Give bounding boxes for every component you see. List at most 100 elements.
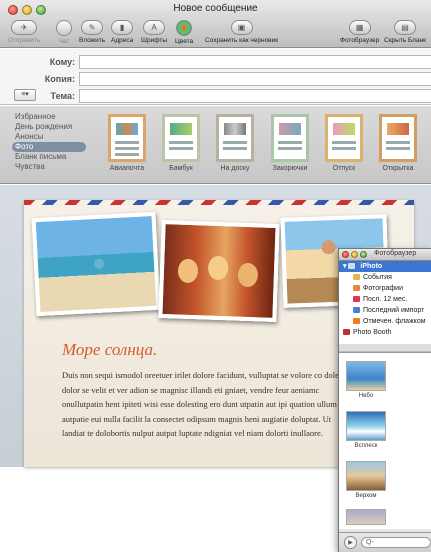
template-thumbnail [325,114,363,162]
source-last-import[interactable]: Последний импорт [339,305,431,316]
thumbnail-partial[interactable] [346,509,386,525]
fonts-icon: A [143,20,166,35]
template-airmail[interactable]: Авиапочта [108,114,146,174]
template-thumbnail [162,114,200,162]
to-row: Кому: [0,55,431,70]
source-events[interactable]: События [339,272,431,283]
category-feelings[interactable]: Чувства [12,162,86,172]
minimize-icon[interactable] [351,251,358,258]
source-photos[interactable]: Фотографии [339,283,431,294]
template-thumbnail [108,114,146,162]
address-button[interactable]: ▮ Адреса [111,20,133,44]
template-name: Закорючки [272,165,308,172]
cc-field[interactable] [79,72,431,86]
subject-row: Тема: [0,89,431,104]
iphoto-icon [348,263,356,270]
template-bamboo[interactable]: Бамбук [162,114,200,174]
thumbnail-riding[interactable] [346,461,386,491]
stationery-icon: ▤ [394,20,417,35]
thumbnail-caption: Всплеск [354,443,378,449]
to-field[interactable] [79,55,431,69]
photo-browser-footer: ▶ Q- [339,532,431,552]
category-favorites[interactable]: Избранное [12,112,86,122]
photo-browser-button[interactable]: ▦ Фотобраузер [340,20,379,44]
category-letterhead[interactable]: Бланк письма [12,152,86,162]
source-flagged[interactable]: Отмечен. флажком [339,316,431,327]
window-titlebar: Новое сообщение ✈ Отправить Чат ✎ Вложит… [0,0,431,48]
template-name: Отпуск [332,165,356,172]
subject-field[interactable] [79,89,431,103]
airmail-border [24,200,414,205]
message-headers: Кому: Копия: Тема: ≡▾ [0,49,431,105]
photo-browser-icon: ▦ [348,20,371,35]
category-birthday[interactable]: День рождения [12,122,86,132]
colors-button[interactable]: Цвета [175,20,193,45]
category-photo[interactable]: Фото [12,142,86,152]
save-draft-button[interactable]: ▣ Сохранить как черновик [205,20,278,44]
template-name: На доску [220,165,250,172]
import-icon [353,307,360,314]
photo-browser-title: Фотобраузер [374,250,417,257]
template-postcard[interactable]: Открытка [379,114,417,174]
template-scribbles[interactable]: Закорючки [271,114,309,174]
template-thumbnail [271,114,309,162]
hide-stationery-button[interactable]: ▤ Скрыть Бланк [384,20,426,44]
source-iphoto[interactable]: ▾ iPhoto [339,261,431,272]
send-button[interactable]: ✈ Отправить [8,20,40,44]
source-iphoto-label: iPhoto [360,263,383,270]
horizontal-scrollbar[interactable] [339,344,431,352]
attach-button[interactable]: ✎ Вложить [79,20,105,44]
cc-label: Копия: [44,74,75,84]
source-last-12-months[interactable]: Посл. 12 мес. [339,294,431,305]
message-body-text[interactable]: Duis non sequi ismodol oreetuer irilet d… [62,368,352,441]
photo-search-input[interactable]: Q- [361,537,431,548]
photo-booth-icon [343,329,350,336]
chat-label: Чат [58,38,70,45]
send-icon: ✈ [11,20,38,35]
header-options-button[interactable]: ≡▾ [14,89,36,101]
fonts-button[interactable]: A Шрифты [141,20,167,44]
photo-placeholder-beach[interactable] [31,211,161,317]
thumbnail-caption: Небо [358,393,374,399]
paperclip-icon: ✎ [81,20,104,35]
to-label: Кому: [49,57,75,67]
template-name: Бамбук [169,165,193,172]
send-label: Отправить [8,37,41,44]
stationery-pane: Избранное День рождения Анонсы Фото Блан… [0,106,431,184]
address-label: Адреса [111,37,134,44]
address-book-icon: ▮ [111,20,134,35]
attach-label: Вложить [79,37,106,44]
chat-button[interactable]: Чат [56,20,72,45]
photo-thumbnail-grid: Небо Всплеск Верхом [339,353,431,529]
source-label: Photo Booth [353,329,392,336]
source-label: Фотографии [363,285,404,292]
thumbnail-caption: Верхом [355,493,377,499]
template-thumbnail [216,114,254,162]
message-title[interactable]: Море солнца. [62,340,157,360]
chat-icon [56,20,72,36]
source-label: Отмечен. флажком [363,318,426,325]
template-vacation[interactable]: Отпуск [325,114,363,174]
template-board[interactable]: На доску [216,114,254,174]
subject-label: Тема: [50,91,75,101]
cc-row: Копия: [0,72,431,87]
photo-browser-titlebar[interactable]: Фотобраузер [339,249,431,261]
events-icon [353,274,360,281]
photos-icon [353,285,360,292]
photo-placeholder-guitars[interactable] [158,219,280,323]
draft-icon: ▣ [230,20,253,35]
source-label: События [363,274,392,281]
colors-label: Цвета [175,38,194,45]
fonts-label: Шрифты [141,37,168,44]
zoom-icon[interactable] [360,251,367,258]
category-announcements[interactable]: Анонсы [12,132,86,142]
close-icon[interactable] [342,251,349,258]
play-slideshow-icon[interactable]: ▶ [344,536,357,549]
calendar-icon [353,296,360,303]
hide-stationery-label: Скрыть Бланк [384,37,427,44]
thumbnail-sky[interactable] [346,361,386,391]
photo-browser-label: Фотобраузер [340,37,380,44]
source-photo-booth[interactable]: Photo Booth [339,327,431,338]
source-label: Последний импорт [363,307,425,314]
thumbnail-splash[interactable] [346,411,386,441]
